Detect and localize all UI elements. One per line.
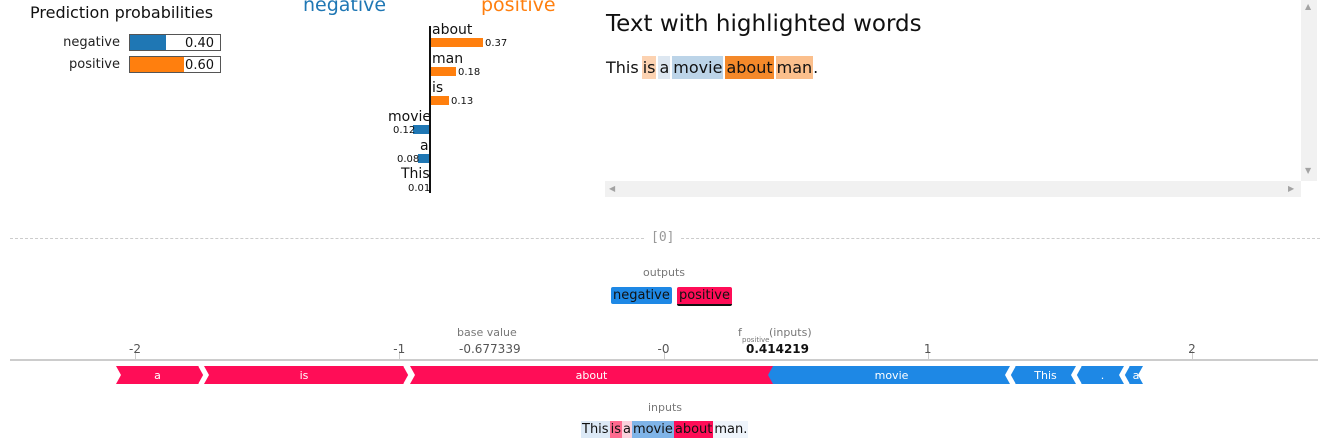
feature-word-this: This <box>401 166 430 182</box>
outputs-label: outputs <box>643 266 686 279</box>
feature-word-movie: movie <box>388 109 431 125</box>
output-option-positive[interactable]: positive <box>676 287 732 306</box>
scroll-left-icon[interactable]: ◀ <box>609 184 615 193</box>
highlight-token: . <box>813 58 819 77</box>
force-segment-negative-label: . <box>1101 369 1105 382</box>
feature-value-a: 0.08 <box>397 154 420 165</box>
force-segment-positive-label: is <box>300 369 309 382</box>
feature-bar-man <box>431 67 456 76</box>
base-value-label: base value <box>457 326 517 339</box>
base-value: -0.677339 <box>459 342 521 356</box>
input-token[interactable]: man. <box>713 421 749 438</box>
prob-bar-negative-fill <box>130 35 166 50</box>
feature-word-a: a <box>420 138 429 154</box>
feature-word-is: is <box>432 80 444 96</box>
f-value: 0.414219 <box>746 342 810 356</box>
f-inputs-label: (inputs) <box>769 326 812 339</box>
highlight-token: about <box>725 56 774 79</box>
axis-tick-label: 1 <box>923 342 932 356</box>
input-token[interactable]: is <box>609 421 622 438</box>
feature-bar-movie <box>413 125 429 134</box>
prob-bar-positive-fill <box>130 57 184 72</box>
feature-word-about: about <box>432 22 473 38</box>
highlight-token: movie <box>672 56 724 79</box>
force-segment-positive-label: a <box>154 369 161 382</box>
prob-value-positive: 0.60 <box>185 58 214 73</box>
force-segment-negative-label: a <box>1133 369 1140 382</box>
scroll-up-icon[interactable]: ▲ <box>1305 2 1311 11</box>
highlighted-text: This is a movie about man. <box>605 56 818 79</box>
highlight-token: is <box>641 56 657 79</box>
feature-value-this: 0.01 <box>408 183 431 194</box>
divider-label: [0] <box>645 230 681 245</box>
axis-tick-label: 2 <box>1188 342 1196 356</box>
feature-bar-is <box>431 96 449 105</box>
inputs-label: inputs <box>648 401 683 414</box>
prob-bar-negative: 0.40 <box>129 34 221 51</box>
prob-label-positive: positive <box>69 57 120 72</box>
highlighted-text-title: Text with highlighted words <box>606 11 922 37</box>
feature-value-is: 0.13 <box>451 96 474 107</box>
prob-label-negative: negative <box>63 35 120 50</box>
highlight-token: a <box>658 56 671 79</box>
feature-value-man: 0.18 <box>458 67 481 78</box>
axis-tick-label: -0 <box>657 342 670 356</box>
highlight-token: This <box>606 58 639 77</box>
output-option-negative[interactable]: negative <box>611 287 672 304</box>
prob-bar-positive: 0.60 <box>129 56 221 73</box>
feature-bar-about <box>431 38 483 47</box>
feature-value-movie: 0.12 <box>393 125 416 136</box>
force-segment-positive-label: about <box>576 369 608 382</box>
feature-bar-a <box>418 154 429 163</box>
feature-value-about: 0.37 <box>485 38 508 49</box>
input-token[interactable]: movie <box>631 421 674 438</box>
legend-positive: positive <box>481 0 556 16</box>
prediction-probabilities-title: Prediction probabilities <box>30 3 214 22</box>
legend-negative: negative <box>303 0 387 16</box>
input-token[interactable]: a <box>621 421 632 438</box>
axis-tick-label: -1 <box>393 342 406 356</box>
prob-value-negative: 0.40 <box>185 36 214 51</box>
input-token[interactable]: This <box>581 421 610 438</box>
scroll-right-icon[interactable]: ▶ <box>1288 184 1294 193</box>
input-token[interactable]: about <box>673 421 714 438</box>
force-segment-negative-label: movie <box>875 369 909 382</box>
axis-tick-label: -2 <box>129 342 141 356</box>
horizontal-scrollbar[interactable]: ◀ ▶ <box>605 181 1301 197</box>
scroll-down-icon[interactable]: ▼ <box>1305 166 1311 175</box>
force-plot: a is about movie This. a <box>116 365 1143 385</box>
force-segment-negative-label: This <box>1033 369 1057 382</box>
outputs-selector: negative positive <box>611 284 732 306</box>
inputs-text: This is a movie about man. <box>581 418 749 438</box>
vertical-scrollbar[interactable]: ▲ ▼ <box>1301 0 1317 181</box>
feature-word-man: man <box>432 51 464 67</box>
highlight-token: man <box>775 56 814 79</box>
